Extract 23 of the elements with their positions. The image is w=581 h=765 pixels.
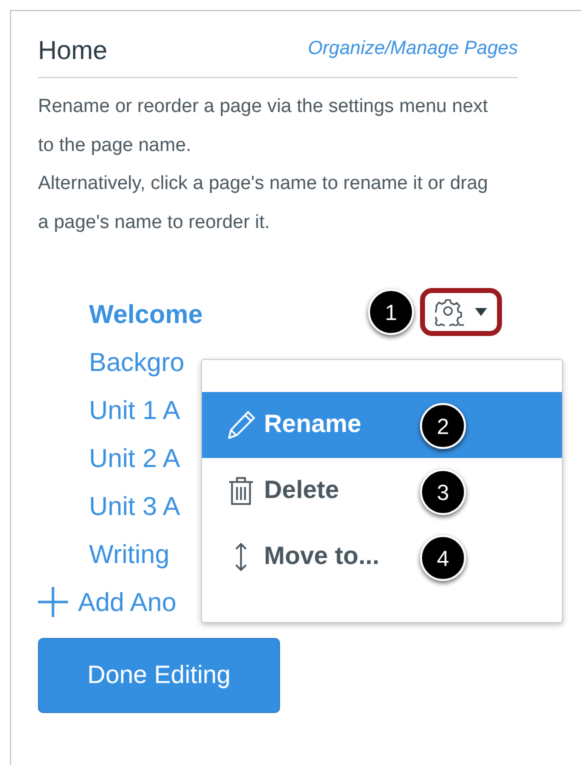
add-page-link[interactable]: Add Ano (78, 582, 176, 622)
gear-icon (435, 298, 465, 326)
page-link[interactable]: Welcome (89, 294, 203, 334)
plus-icon (38, 587, 68, 617)
menu-item[interactable]: Move to... (226, 538, 380, 576)
heading: Home (38, 34, 108, 67)
instruction-text: Rename or reorder a page via the settings menu next to the page name. (38, 95, 489, 158)
page-link[interactable]: Unit 1 A (89, 390, 180, 430)
organize-link[interactable]: Organize/Manage Pages (308, 34, 518, 63)
pencil-icon (226, 410, 256, 440)
trash-icon (226, 476, 256, 506)
callout-number: 3 (420, 469, 466, 515)
page-link[interactable]: Writing (89, 534, 170, 574)
menu-item[interactable]: Delete (226, 472, 340, 510)
instruction-text: Alternatively, click a page's name to rename it or drag a page's name to reorder it. (38, 172, 489, 234)
page-link[interactable]: Unit 3 A (89, 486, 180, 526)
settings-button[interactable] (420, 288, 502, 336)
callout-number: 1 (368, 289, 414, 335)
callout-number: 4 (420, 535, 466, 581)
caret-icon (475, 308, 487, 316)
done-editing-button[interactable]: Done Editing (38, 638, 280, 713)
page-link[interactable]: Backgro (89, 342, 184, 382)
page-link[interactable]: Unit 2 A (89, 438, 180, 478)
